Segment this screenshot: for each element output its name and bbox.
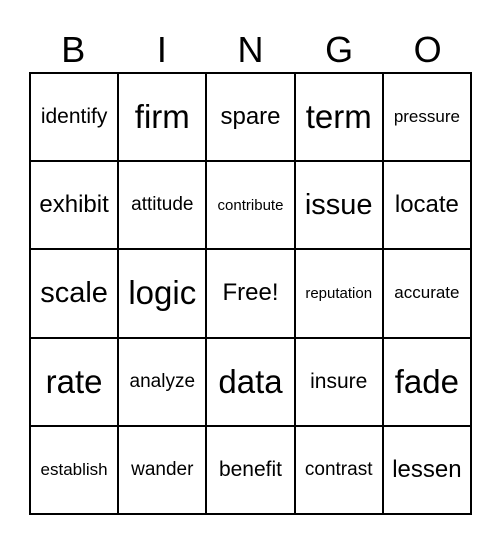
bingo-card-grid: identify firm spare term pressure exhibi… bbox=[29, 72, 472, 515]
bingo-cell: pressure bbox=[382, 73, 471, 162]
bingo-cell: analyze bbox=[118, 337, 207, 426]
bingo-cell: spare bbox=[206, 73, 295, 162]
bingo-cell: contrast bbox=[294, 425, 383, 514]
bingo-header: B I N G O bbox=[29, 28, 472, 72]
bingo-cell: fade bbox=[382, 337, 471, 426]
bingo-cell: data bbox=[206, 337, 295, 426]
header-letter-b: B bbox=[61, 29, 86, 70]
bingo-cell: accurate bbox=[382, 249, 471, 338]
bingo-cell: locate bbox=[382, 161, 471, 250]
bingo-cell: contribute bbox=[206, 161, 295, 250]
bingo-cell: wander bbox=[118, 425, 207, 514]
header-letter-o: O bbox=[413, 29, 442, 70]
free-space-cell: Free! bbox=[206, 249, 295, 338]
header-letter-i: I bbox=[156, 29, 167, 70]
bingo-cell: issue bbox=[294, 161, 383, 250]
bingo-cell: lessen bbox=[382, 425, 471, 514]
bingo-cell: attitude bbox=[118, 161, 207, 250]
bingo-cell: identify bbox=[30, 73, 119, 162]
bingo-cell: rate bbox=[30, 337, 119, 426]
bingo-cell: scale bbox=[30, 249, 119, 338]
bingo-cell: insure bbox=[294, 337, 383, 426]
bingo-cell: firm bbox=[118, 73, 207, 162]
bingo-cell: term bbox=[294, 73, 383, 162]
bingo-cell: logic bbox=[118, 249, 207, 338]
bingo-cell: reputation bbox=[294, 249, 383, 338]
bingo-cell: exhibit bbox=[30, 161, 119, 250]
header-letter-n: N bbox=[237, 29, 264, 70]
bingo-cell: establish bbox=[30, 425, 119, 514]
header-letter-g: G bbox=[325, 29, 354, 70]
bingo-cell: benefit bbox=[206, 425, 295, 514]
